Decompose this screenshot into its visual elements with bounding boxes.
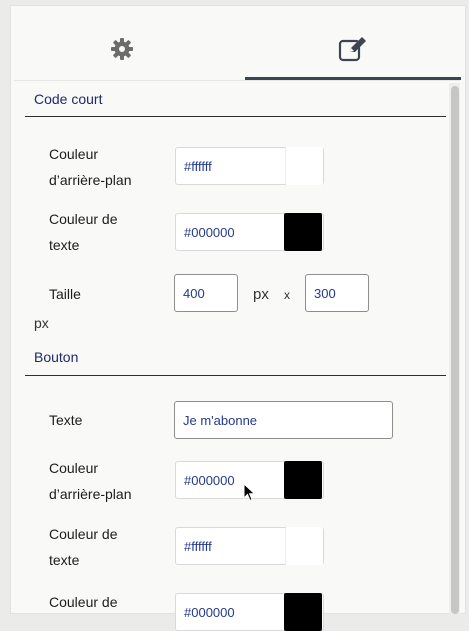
tab-bar — [14, 20, 461, 82]
tab-settings[interactable] — [14, 20, 230, 78]
tab-edit[interactable] — [245, 20, 461, 78]
scrollbar-thumb[interactable] — [451, 86, 459, 614]
shortcode-width-field[interactable] — [174, 274, 238, 312]
shortcode-height-unit: px — [34, 315, 49, 331]
button-border-color-swatch[interactable] — [284, 593, 322, 631]
button-bg-label-line1: Couleur — [49, 460, 99, 476]
button-text-label: Texte — [49, 412, 83, 428]
shortcode-bg-label-line1: Couleur — [49, 146, 99, 162]
button-border-color-label-line1: Couleur de — [49, 594, 118, 610]
shortcode-text-color-label-line2: texte — [49, 237, 80, 253]
shortcode-width-unit: px — [253, 286, 269, 303]
shortcode-size-label: Taille — [49, 286, 81, 302]
shortcode-bg-label-line2: d’arrière-plan — [49, 172, 132, 188]
mouse-cursor-icon — [243, 483, 256, 502]
shortcode-bg-color-swatch[interactable] — [285, 147, 323, 185]
shortcode-size-times: x — [284, 288, 290, 302]
button-text-color-label-line1: Couleur de — [49, 526, 118, 542]
shortcode-height-field[interactable] — [305, 274, 369, 312]
gear-icon — [111, 38, 133, 60]
button-bg-color-swatch[interactable] — [284, 461, 322, 499]
section-divider — [25, 116, 446, 117]
button-text-color-label-line2: texte — [49, 552, 80, 568]
button-text-color-swatch[interactable] — [285, 527, 323, 565]
shortcode-text-color-swatch[interactable] — [284, 213, 322, 251]
section-divider — [25, 375, 446, 376]
edit-icon — [338, 37, 366, 62]
button-bg-label-line2: d’arrière-plan — [49, 486, 132, 502]
shortcode-text-color-label-line1: Couleur de — [49, 211, 118, 227]
section-title-shortcode: Code court — [34, 91, 103, 107]
tabs-divider — [14, 80, 460, 81]
button-text-field[interactable] — [174, 401, 393, 439]
section-title-button: Bouton — [34, 349, 79, 365]
